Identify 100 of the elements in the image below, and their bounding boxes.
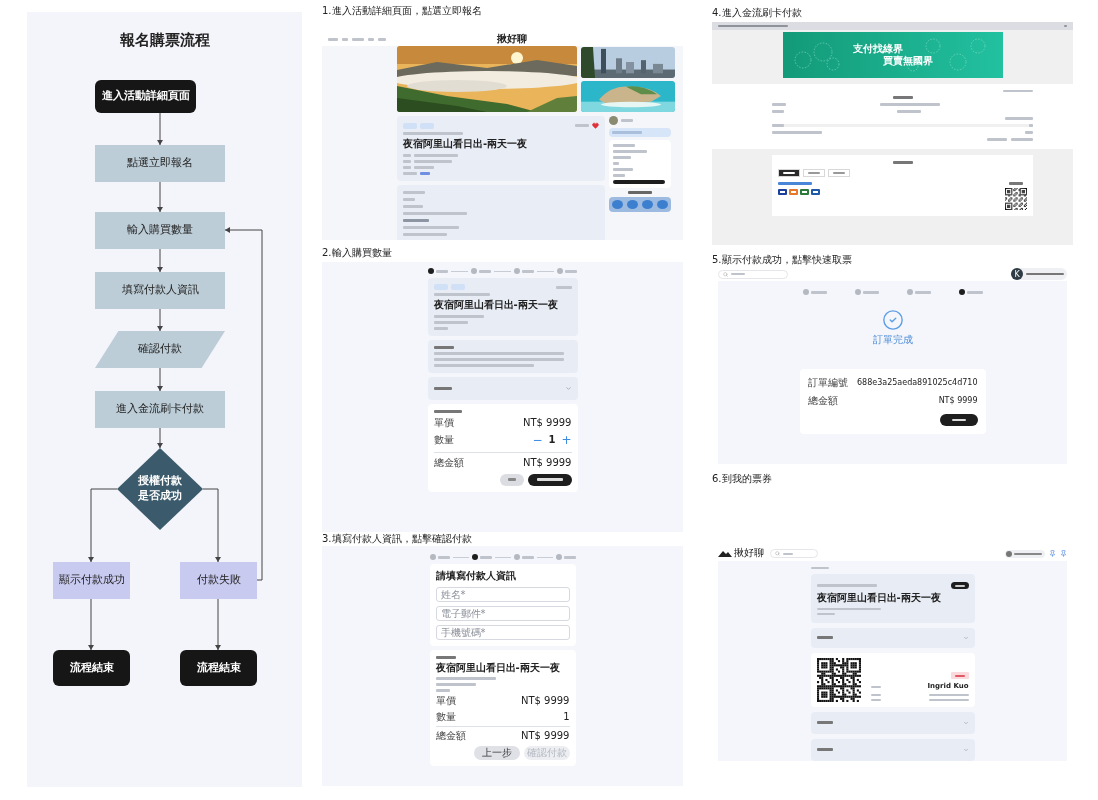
blurred-text: [522, 269, 535, 273]
user-menu[interactable]: [1005, 549, 1045, 558]
search-icon: [775, 551, 780, 556]
blurred-text: [896, 110, 921, 113]
tag: [420, 122, 434, 129]
input-field[interactable]: 手機號碼*: [435, 624, 570, 640]
qr-code-icon: [816, 657, 861, 702]
search-field[interactable]: [770, 549, 818, 558]
connector-arrow: [157, 308, 163, 332]
input-field[interactable]: 姓名*: [435, 586, 570, 602]
blurred-text: [565, 269, 578, 273]
avatar-initial: K: [1011, 268, 1023, 280]
blurred-text: [928, 698, 969, 701]
blurred-text: [613, 156, 631, 159]
qr-code-icon: [1005, 188, 1027, 210]
blurred-text: [433, 326, 448, 330]
blurred-text: [403, 232, 447, 236]
blurred-text: [870, 693, 881, 696]
blurred-text: [870, 698, 881, 701]
share-button-icon[interactable]: [642, 200, 653, 209]
brand-name: 揪好聊: [734, 547, 764, 560]
blurred-text: [613, 168, 633, 171]
flow-node: 進入活動詳細頁面: [95, 80, 196, 113]
pin-icon[interactable]: [1049, 550, 1056, 557]
blurred-text: [892, 161, 913, 164]
blurred-text: [613, 144, 635, 147]
blurred-text: [951, 418, 966, 421]
step-caption: 5.顯示付款成功，點擊快速取票: [712, 253, 853, 267]
step-caption: 1.進入活動詳細頁面，點選立即報名: [322, 4, 483, 18]
flow-node: 進入金流刷卡付款: [95, 391, 225, 428]
row-label: 訂單編號: [807, 376, 848, 389]
blurred-text: [816, 748, 833, 751]
back-button[interactable]: [499, 473, 524, 486]
action-button[interactable]: 上一步: [473, 745, 520, 760]
blurred-text: [507, 478, 516, 481]
row-value: 688e3a25aeda891025c4d710: [856, 377, 978, 388]
blurred-text: [966, 290, 983, 294]
get-ticket-button[interactable]: [939, 413, 978, 426]
step-caption: 4.進入金流刷卡付款: [712, 6, 803, 20]
register-button[interactable]: [613, 180, 665, 184]
flow-node: 填寫付款人資訊: [95, 272, 225, 309]
share-button-icon[interactable]: [627, 200, 638, 209]
blurred-text: [772, 131, 822, 134]
blurred-text: [433, 386, 452, 390]
blurred-text: [778, 182, 812, 185]
quantity-value: 1: [548, 434, 556, 447]
chevron-down-icon: [962, 719, 969, 726]
flow-node: 點選立即報名: [95, 145, 225, 182]
decision-node: 授權付款是否成功: [117, 448, 203, 530]
increase-button[interactable]: +: [561, 433, 572, 448]
blurred-text: [987, 138, 1007, 141]
accordion-header[interactable]: [427, 376, 578, 400]
blurred-text: [772, 124, 784, 127]
tag: [403, 122, 417, 129]
blurred-text: [914, 290, 931, 294]
input-field[interactable]: 電子郵件*: [435, 605, 570, 621]
blurred-text: [403, 225, 459, 229]
blurred-text: [403, 218, 429, 222]
next-button[interactable]: [527, 473, 572, 486]
blurred-text: [435, 683, 476, 686]
heart-icon[interactable]: [592, 122, 599, 129]
blurred-text: [870, 685, 881, 688]
share-button-icon[interactable]: [612, 200, 623, 209]
blurred-text: [433, 320, 468, 324]
connector-arrow: [88, 598, 94, 651]
blurred-text: [433, 345, 454, 349]
blurred-text: [954, 674, 965, 677]
accordion-header[interactable]: [810, 738, 975, 761]
share-button-icon[interactable]: [657, 200, 668, 209]
banner-slogan: 支付找綠界: [852, 42, 903, 55]
banner-slogan: 買賣無國界: [882, 55, 933, 68]
blurred-text: [816, 721, 833, 724]
payment-tab[interactable]: [778, 169, 800, 177]
blurred-text: [403, 190, 425, 194]
blurred-text: [414, 165, 434, 169]
blurred-text: [892, 96, 913, 99]
search-field[interactable]: [718, 269, 788, 279]
blurred-text: [928, 693, 969, 696]
blurred-text: [433, 293, 490, 296]
accordion-header[interactable]: [810, 627, 975, 648]
event-title: 夜宿阿里山看日出-兩天一夜: [433, 299, 559, 312]
check-circle-icon: [881, 309, 904, 331]
mountain-logo-icon: [718, 550, 732, 557]
blurred-text: [816, 612, 835, 615]
blurred-text: [613, 174, 625, 177]
search-bar[interactable]: [609, 128, 671, 137]
blurred-text: [575, 124, 589, 127]
decrease-button[interactable]: −: [532, 433, 543, 448]
row-value: NT$ 9999: [520, 695, 570, 708]
blurred-text: [435, 677, 496, 680]
pin-icon[interactable]: [1060, 550, 1067, 557]
blurred-text: [478, 269, 491, 273]
user-menu[interactable]: K: [1011, 268, 1067, 280]
chevron-down-icon: [962, 634, 969, 641]
blurred-text: [555, 285, 572, 289]
accordion-header[interactable]: [810, 711, 975, 734]
card-logo-icon: [800, 189, 809, 195]
flow-node: 流程結束: [180, 650, 257, 686]
chevron-down-icon: [564, 384, 572, 392]
connector-arrow: [215, 598, 221, 651]
